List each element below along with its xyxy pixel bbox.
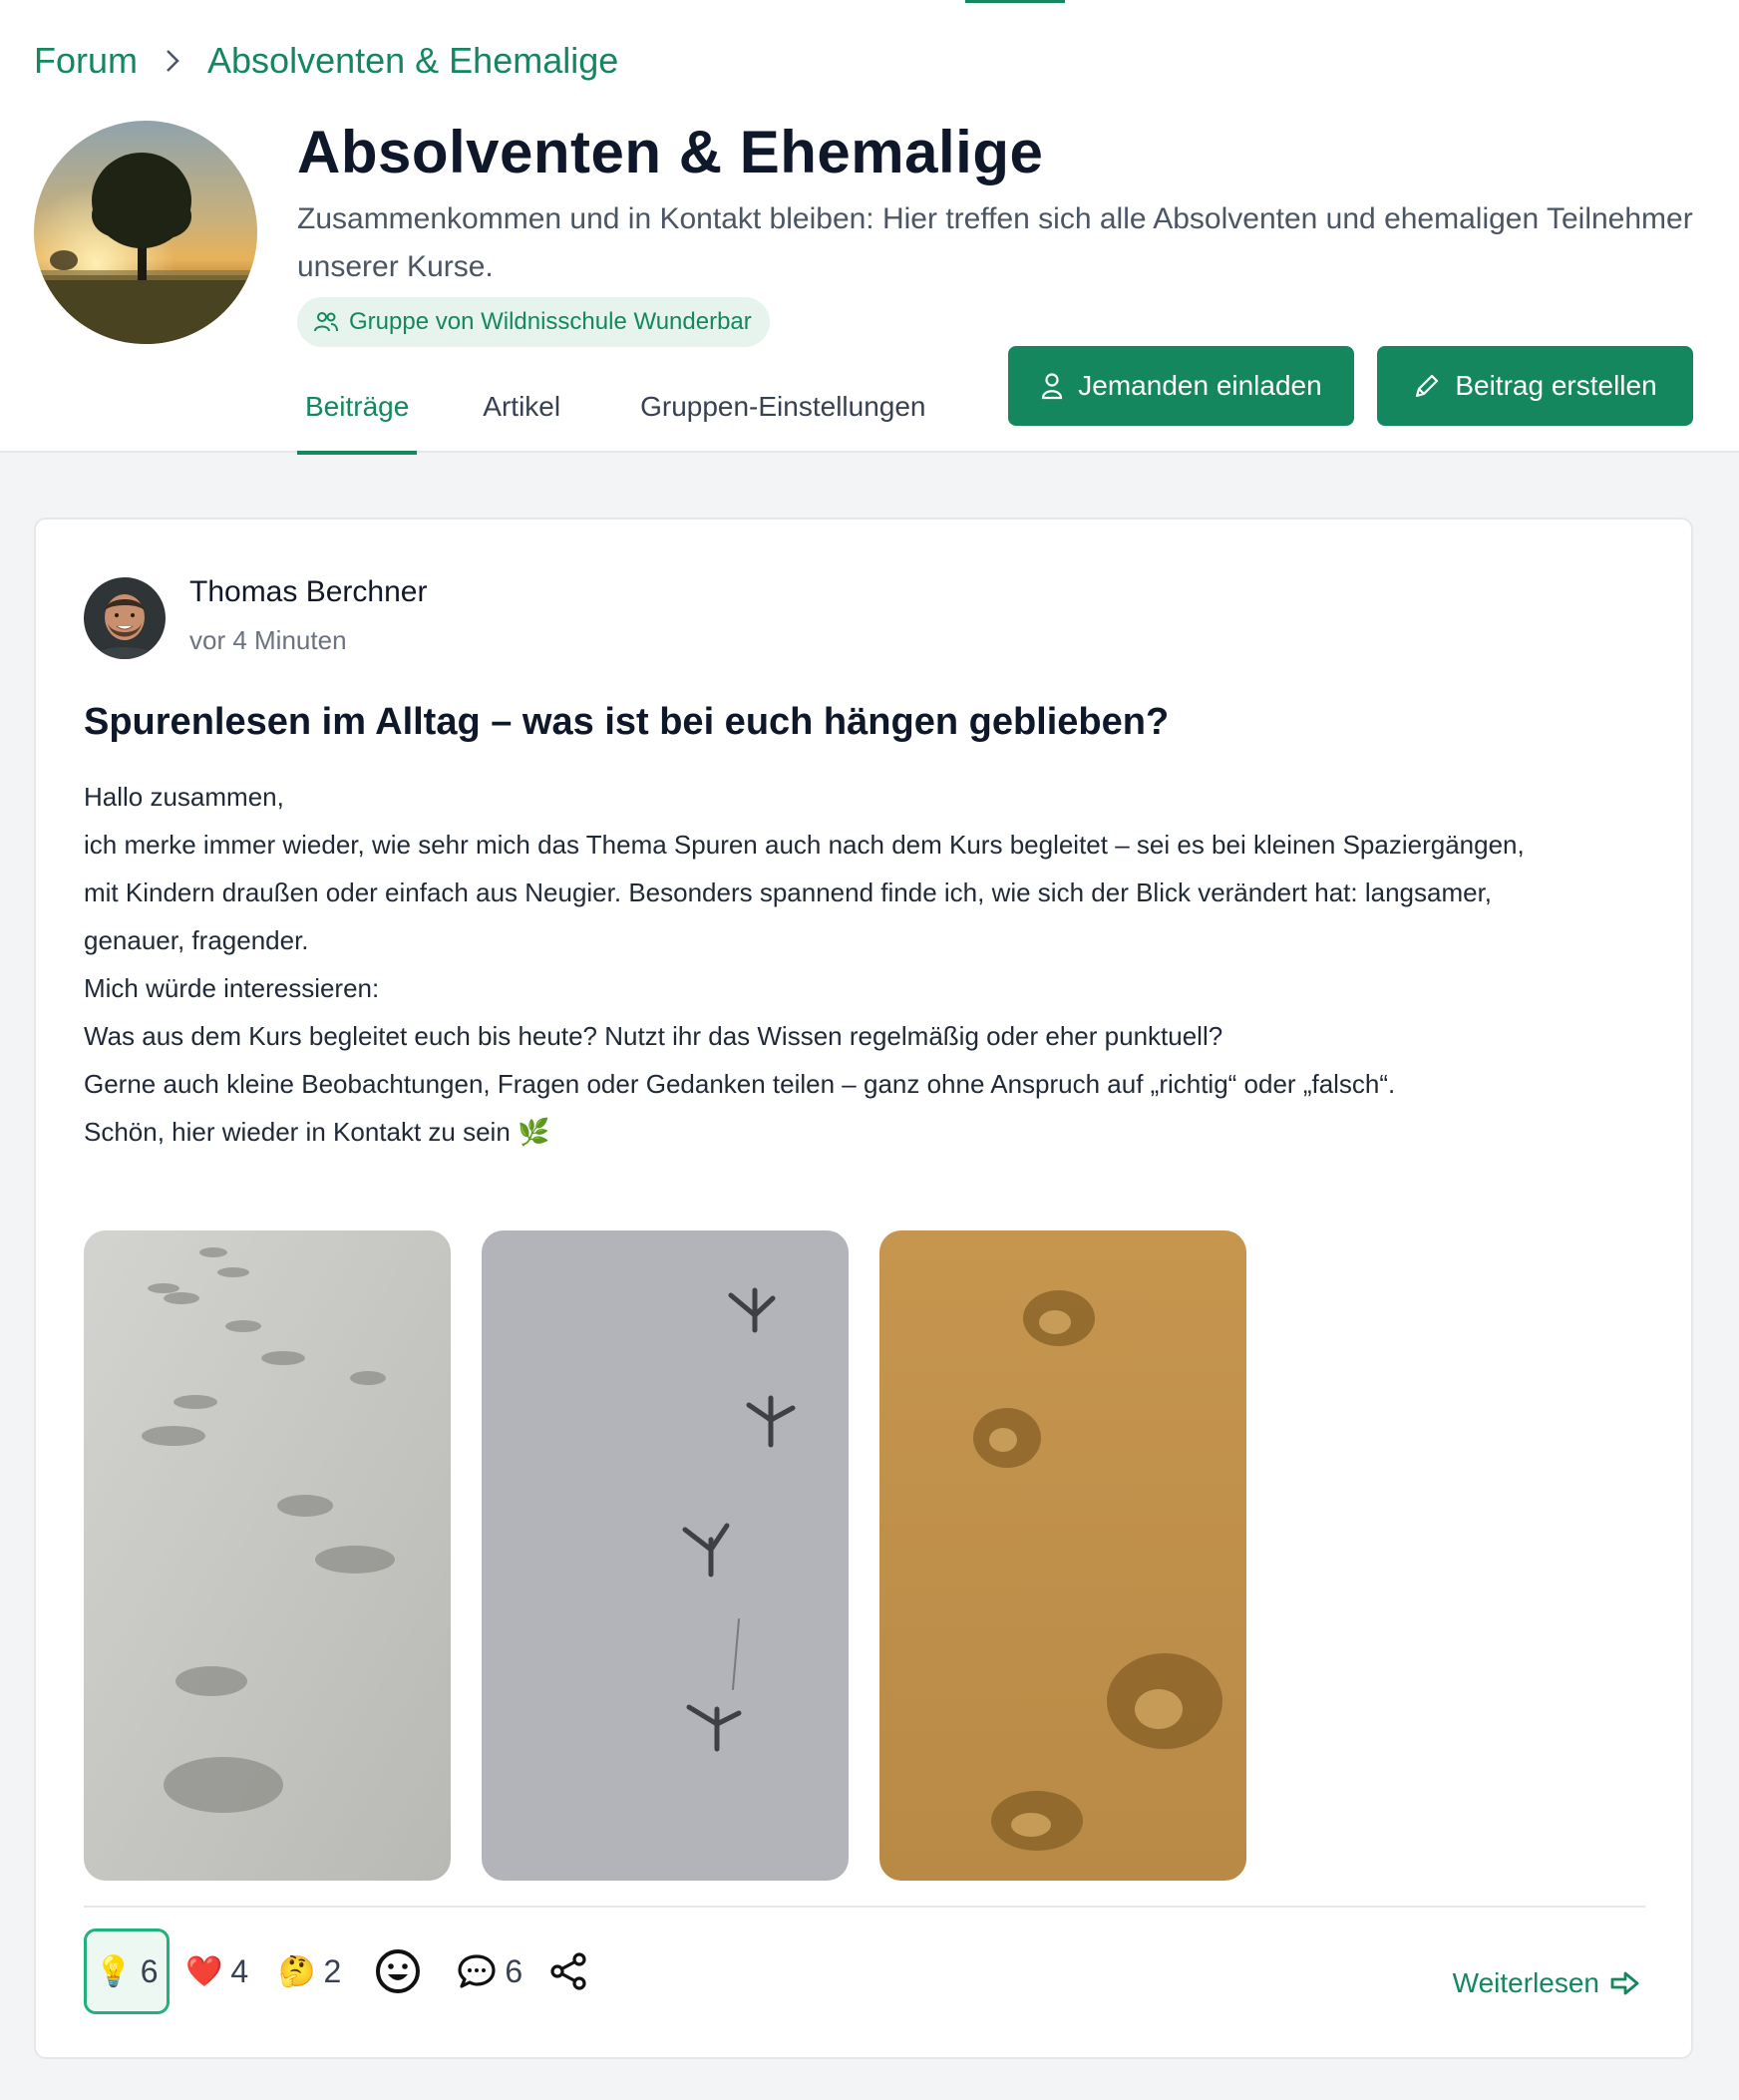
read-more-label: Weiterlesen <box>1452 1967 1599 1998</box>
reaction-heart[interactable]: ❤️ 4 <box>185 1953 248 1990</box>
author-avatar[interactable] <box>84 577 166 659</box>
post-body-line: Was aus dem Kurs begleitet euch bis heut… <box>84 1021 1223 1051</box>
lightbulb-icon: 💡 <box>95 1953 133 1989</box>
speech-bubble-icon <box>457 1951 497 1991</box>
post-divider <box>84 1906 1645 1908</box>
users-icon <box>313 311 339 333</box>
post-body-line: genauer, fragender. <box>84 925 309 955</box>
post-card: Thomas Berchner vor 4 Minuten Spurenlese… <box>34 518 1693 2059</box>
invite-button-label: Jemanden einladen <box>1078 370 1322 401</box>
reaction-thinking-count: 2 <box>323 1952 342 1989</box>
post-body: Hallo zusammen, ich merke immer wieder, … <box>84 773 1659 1156</box>
create-post-button[interactable]: Beitrag erstellen <box>1377 346 1693 426</box>
comments-button[interactable]: 6 <box>457 1951 522 1991</box>
tab-artikel[interactable]: Artikel <box>483 361 560 453</box>
post-body-line: Mich würde interessieren: <box>84 973 380 1003</box>
post-body-line: mit Kindern draußen oder einfach aus Neu… <box>84 877 1493 907</box>
group-header: Forum Absolventen & Ehemalige Absolvente… <box>0 0 1739 455</box>
breadcrumb-current-link[interactable]: Absolventen & Ehemalige <box>207 40 618 82</box>
post-timestamp: vor 4 Minuten <box>189 625 347 655</box>
comments-count: 6 <box>505 1952 523 1989</box>
group-tabs: Beiträge Artikel Gruppen-Einstellungen <box>297 361 926 455</box>
smiley-add-icon <box>375 1948 421 1994</box>
arrow-right-icon <box>1609 1969 1641 1997</box>
post-title[interactable]: Spurenlesen im Alltag – was ist bei euch… <box>84 701 1169 744</box>
invite-button[interactable]: Jemanden einladen <box>1008 346 1354 426</box>
top-accent-bar <box>965 0 1065 3</box>
group-description: Zusammenkommen und in Kontakt bleiben: H… <box>297 202 1693 283</box>
group-owner-badge[interactable]: Gruppe von Wildnisschule Wunderbar <box>297 297 770 347</box>
post-image-sand-paw-tracks[interactable] <box>879 1230 1246 1881</box>
pencil-icon <box>1413 372 1441 400</box>
reaction-idea-count: 6 <box>140 1952 159 1989</box>
post-body-line: ich merke immer wieder, wie sehr mich da… <box>84 830 1525 860</box>
user-icon <box>1040 372 1064 400</box>
author-name[interactable]: Thomas Berchner <box>189 575 427 609</box>
reaction-thinking[interactable]: 🤔 2 <box>278 1953 341 1990</box>
post-image-snow-bird-tracks[interactable] <box>482 1230 849 1881</box>
tab-gruppen-einstellungen[interactable]: Gruppen-Einstellungen <box>640 361 925 453</box>
group-owner-label: Gruppe von Wildnisschule Wunderbar <box>349 308 752 335</box>
chevron-right-icon <box>164 48 181 74</box>
thinking-face-icon: 🤔 <box>278 1953 316 1989</box>
read-more-link[interactable]: Weiterlesen <box>1453 1967 1641 1999</box>
tab-beitraege[interactable]: Beiträge <box>297 361 418 455</box>
breadcrumb-forum-link[interactable]: Forum <box>34 40 138 82</box>
group-avatar-image <box>34 121 257 344</box>
post-body-line: Hallo zusammen, <box>84 782 284 812</box>
reaction-idea[interactable]: 💡 6 <box>84 1928 170 2014</box>
post-body-line: Schön, hier wieder in Kontakt zu sein 🌿 <box>84 1117 550 1147</box>
create-post-button-label: Beitrag erstellen <box>1455 370 1657 401</box>
post-body-line: Gerne auch kleine Beobachtungen, Fragen … <box>84 1069 1396 1099</box>
post-image-sand-tracks[interactable] <box>84 1230 451 1881</box>
breadcrumb: Forum Absolventen & Ehemalige <box>34 40 618 82</box>
share-icon <box>548 1951 588 1991</box>
reaction-heart-count: 4 <box>230 1952 249 1989</box>
group-title: Absolventen & Ehemalige <box>297 119 1044 185</box>
add-reaction-button[interactable] <box>375 1948 421 1994</box>
heart-icon: ❤️ <box>185 1953 223 1989</box>
share-button[interactable] <box>548 1951 588 1991</box>
reaction-bar: 💡 6 ❤️ 4 🤔 2 6 <box>84 1927 588 2015</box>
